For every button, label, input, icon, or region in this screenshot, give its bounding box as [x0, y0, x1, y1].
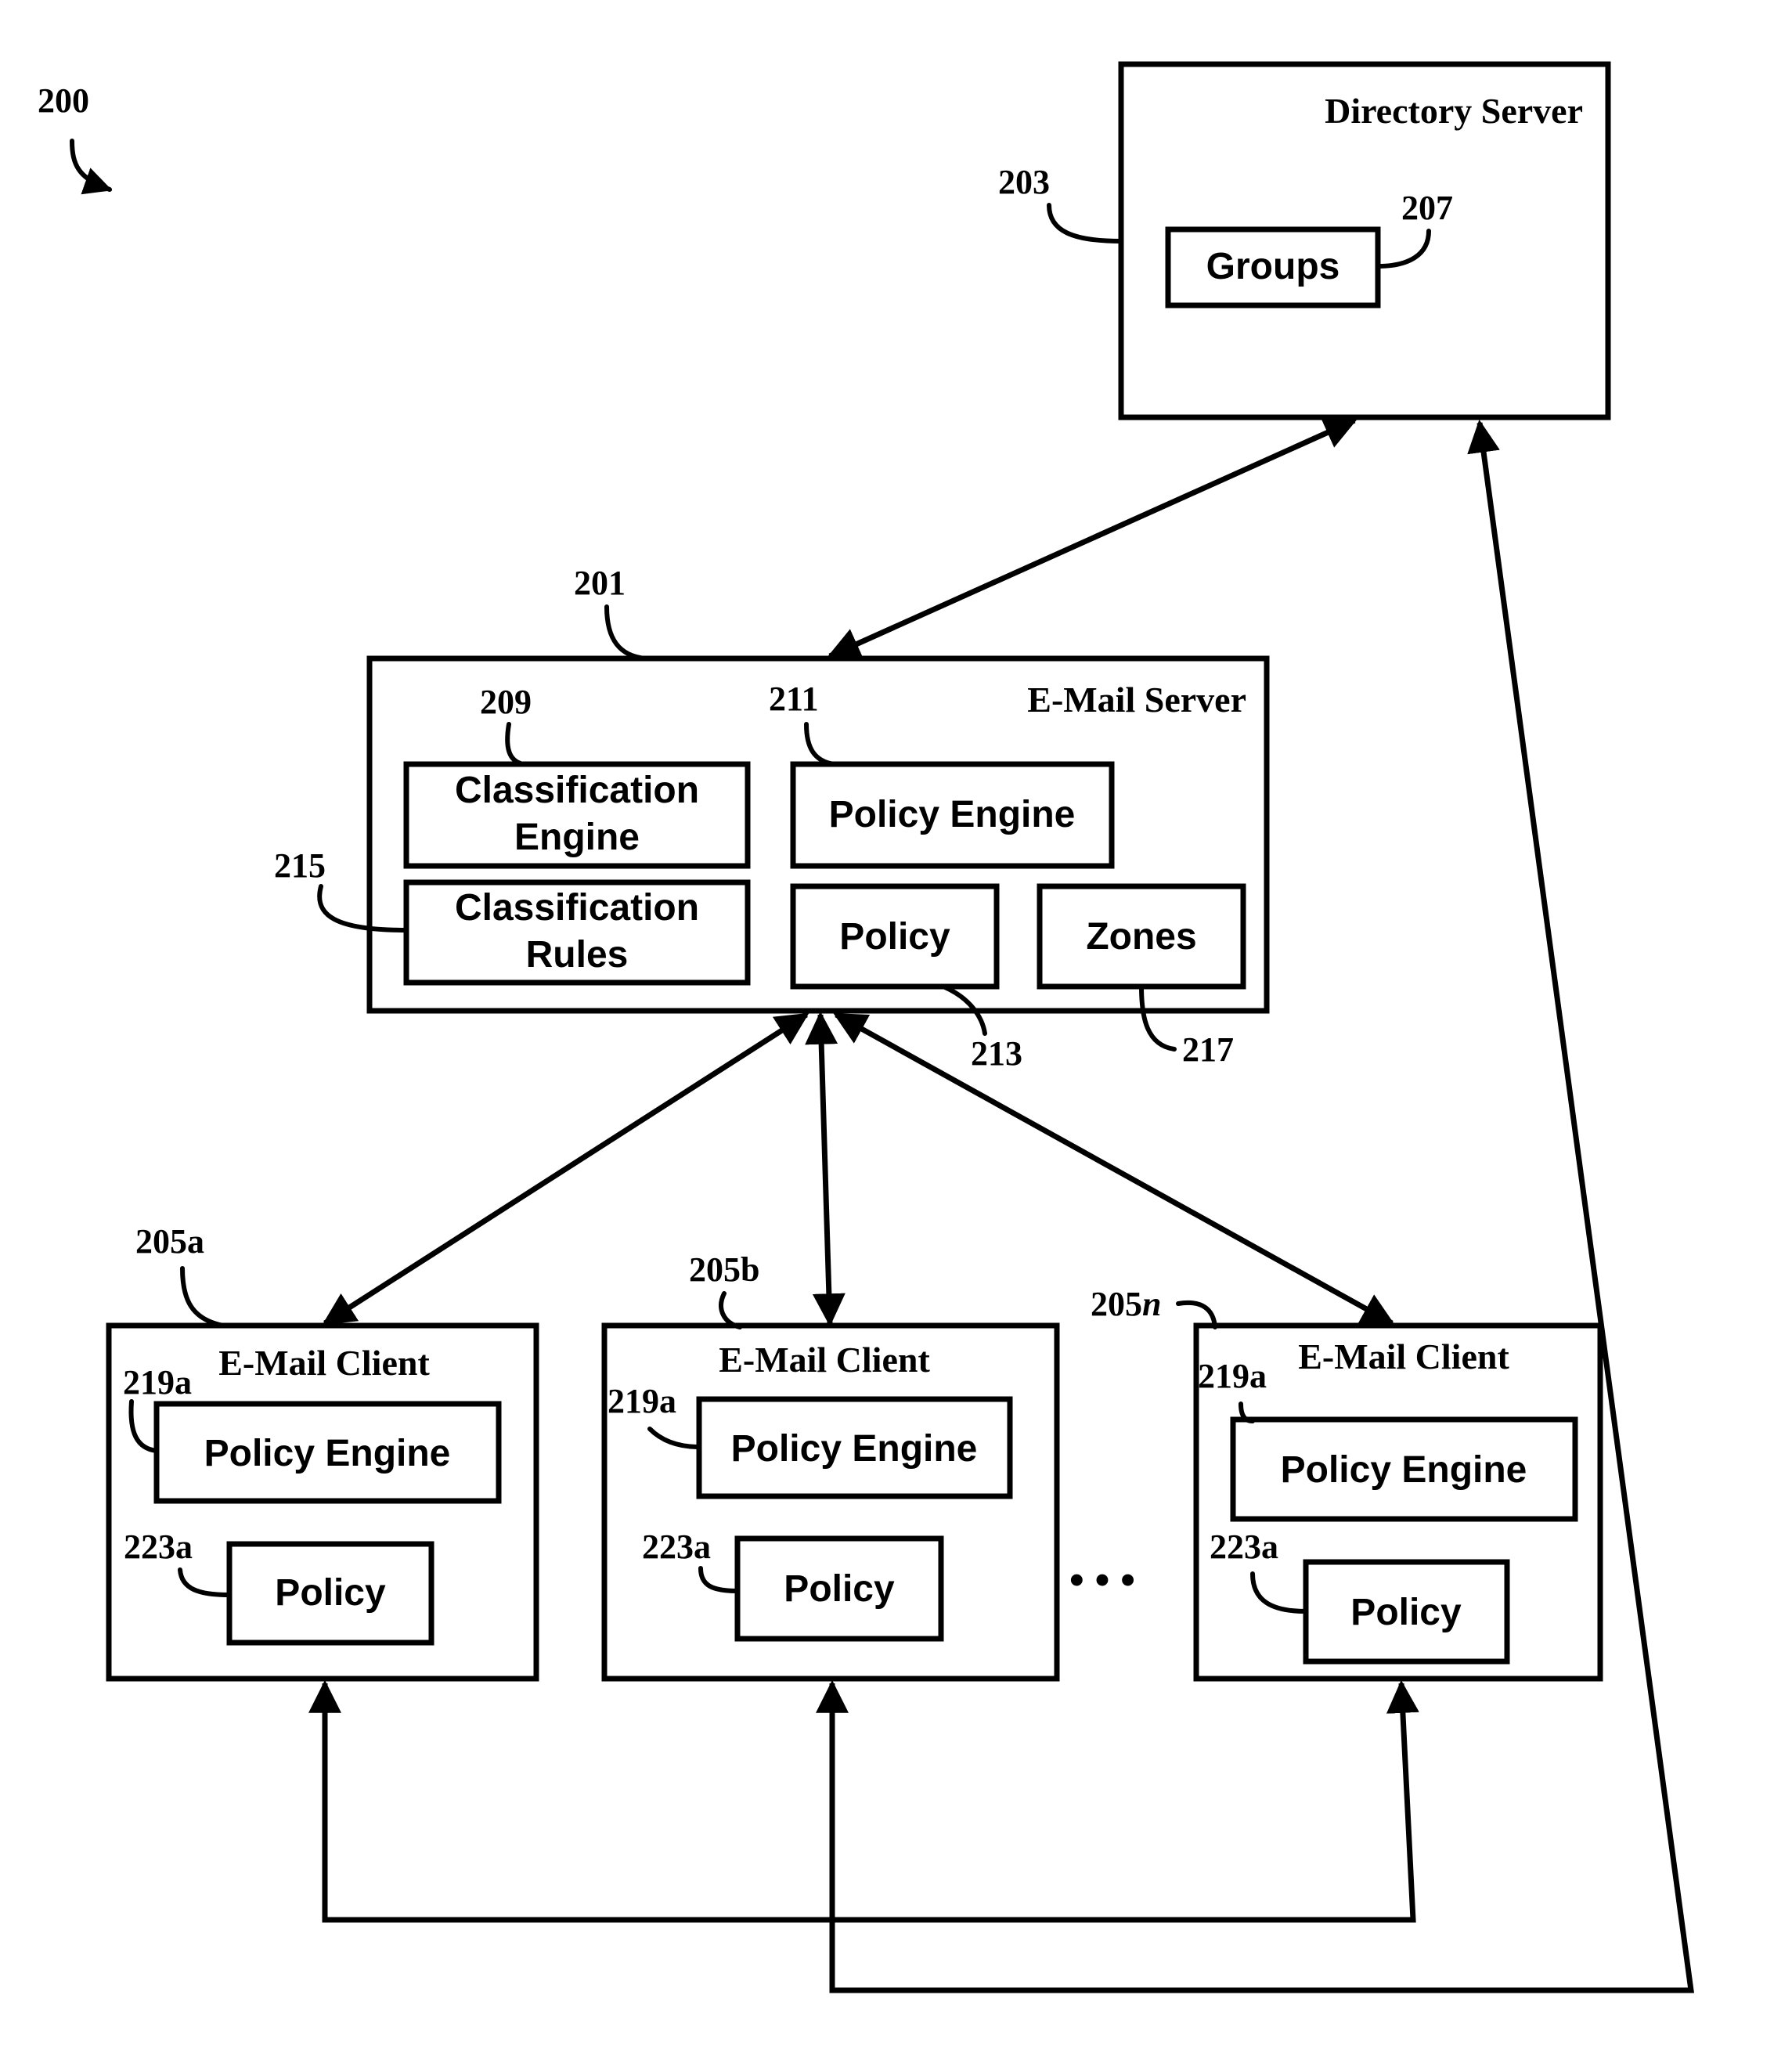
client-n-policy-engine-ref: 219a	[1198, 1357, 1267, 1395]
email-server-client-b-connector	[805, 1011, 846, 1327]
email-server-client-n-connector	[833, 1012, 1395, 1326]
server-policy-engine-label: Policy Engine	[829, 794, 1076, 835]
email-client-a-title: E-Mail Client	[218, 1343, 430, 1383]
email-client-n-ref-suffix: n	[1142, 1285, 1161, 1323]
classification-rules-label-line2: Rules	[526, 934, 629, 976]
directory-server-leader	[1047, 203, 1123, 243]
classification-rules-ref: 215	[274, 846, 326, 885]
email-client-b-ref: 205b	[689, 1250, 759, 1289]
email-server: E-Mail Server 201 Classification Engine …	[274, 564, 1270, 1073]
server-policy-component: Policy 213	[790, 883, 1022, 1073]
groups-label: Groups	[1206, 246, 1340, 287]
email-client-a: E-Mail Client 205a Policy Engine 219a Po…	[106, 1222, 539, 1682]
zones-component: Zones 217	[1037, 883, 1246, 1069]
directory-email-server-connector	[827, 417, 1358, 659]
zones-ref: 217	[1182, 1030, 1234, 1069]
client-a-policy-ref: 223a	[124, 1528, 193, 1566]
zones-label: Zones	[1086, 916, 1196, 958]
email-client-n-ref-prefix: 205	[1091, 1285, 1142, 1323]
email-client-n-title: E-Mail Client	[1298, 1337, 1509, 1376]
system-diagram: 200 Directory Server 203 Groups 207 E-Ma…	[38, 61, 1695, 1993]
client-n-policy-label: Policy	[1350, 1592, 1462, 1633]
email-server-leader	[604, 604, 648, 661]
client-a-policy-label: Policy	[275, 1572, 386, 1614]
diagram-canvas: 200 Directory Server 203 Groups 207 E-Ma…	[0, 0, 1792, 2049]
email-server-title: E-Mail Server	[1027, 680, 1246, 720]
email-client-b-title: E-Mail Client	[719, 1340, 930, 1380]
groups-ref: 207	[1401, 189, 1453, 227]
client-a-policy-engine-label: Policy Engine	[204, 1433, 451, 1474]
more-clients-ellipsis: • • •	[1069, 1557, 1135, 1603]
figure-ref-label: 200	[38, 81, 89, 120]
client-n-policy-engine-label: Policy Engine	[1281, 1449, 1527, 1491]
classification-engine-label-line2: Engine	[514, 817, 640, 858]
classification-rules-label-line1: Classification	[455, 887, 699, 929]
client-b-policy-engine-ref: 219a	[608, 1382, 676, 1420]
email-client-n-ref: 205n	[1091, 1285, 1161, 1323]
email-client-b-leader	[719, 1291, 742, 1329]
client-b-policy-ref: 223a	[642, 1528, 711, 1566]
client-n-policy-ref: 223a	[1210, 1528, 1278, 1566]
email-client-n: E-Mail Client 205n Policy Engine 219a Po…	[1091, 1285, 1603, 1682]
email-client-a-ref: 205a	[135, 1222, 204, 1261]
client-a-client-n-connector	[308, 1679, 1419, 1923]
classification-engine-ref: 209	[480, 683, 532, 721]
directory-server-title: Directory Server	[1325, 91, 1583, 131]
client-b-policy-engine-label: Policy Engine	[731, 1428, 978, 1470]
classification-engine-label-line1: Classification	[455, 770, 699, 811]
directory-server-ref: 203	[998, 163, 1050, 201]
email-server-ref: 201	[574, 564, 626, 602]
email-client-a-leader	[180, 1266, 225, 1328]
server-policy-ref: 213	[971, 1034, 1022, 1073]
directory-server: Directory Server 203 Groups 207	[998, 61, 1611, 420]
server-policy-engine-ref: 211	[769, 680, 819, 718]
client-a-policy-engine-ref: 219a	[123, 1363, 192, 1401]
server-policy-label: Policy	[839, 916, 950, 958]
figure-ref-arrow	[70, 139, 113, 195]
client-b-policy-label: Policy	[784, 1568, 895, 1610]
